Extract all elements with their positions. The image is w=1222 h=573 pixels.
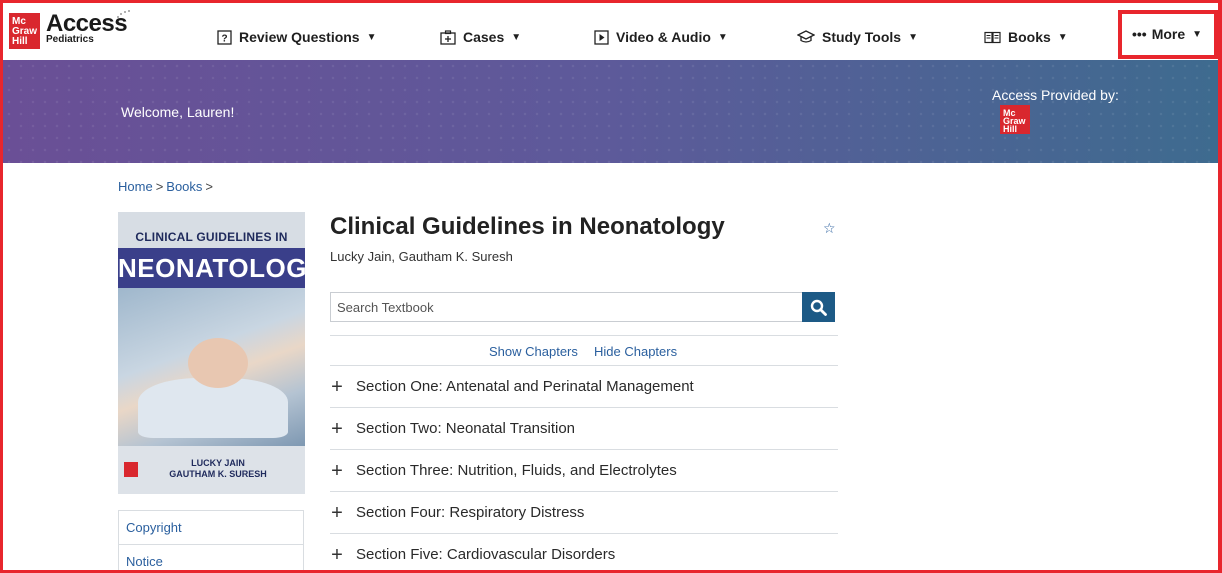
nav-video-audio-label: Video & Audio — [616, 29, 711, 45]
open-book-icon — [984, 31, 1001, 44]
breadcrumb-separator: > — [155, 179, 164, 194]
question-box-icon: ? — [217, 29, 232, 45]
caret-down-icon: ▼ — [908, 31, 918, 43]
breadcrumb-home[interactable]: Home — [118, 179, 153, 194]
access-pediatrics-logo[interactable]: Mc Graw Hill Access Pediatrics — [9, 10, 130, 49]
book-title: Clinical Guidelines in Neonatology — [330, 213, 725, 240]
section-item[interactable]: + Section Five: Cardiovascular Disorders — [330, 533, 838, 573]
cover-baby-shape — [188, 338, 248, 388]
section-title: Section Three: Nutrition, Fluids, and El… — [356, 462, 677, 479]
cover-bottom-band: LUCKY JAIN GAUTHAM K. SURESH — [118, 446, 305, 494]
plus-icon: + — [331, 543, 343, 566]
caret-down-icon: ▼ — [366, 31, 377, 43]
cover-author-1: LUCKY JAIN — [191, 458, 245, 468]
cover-title-line1: CLINICAL GUIDELINES IN — [135, 230, 288, 244]
play-box-icon — [594, 29, 609, 45]
breadcrumb-books[interactable]: Books — [166, 179, 202, 194]
section-title: Section One: Antenatal and Perinatal Man… — [356, 378, 694, 395]
chapters-toggle-bar: Show Chapters Hide Chapters — [330, 335, 838, 365]
graduation-cap-icon — [797, 30, 815, 44]
cover-title-line2: NEONATOLOGY — [118, 248, 305, 288]
section-item[interactable]: + Section Four: Respiratory Distress — [330, 491, 838, 533]
caret-down-icon: ▼ — [717, 31, 728, 43]
side-link-notice[interactable]: Notice — [119, 545, 303, 573]
section-list: + Section One: Antenatal and Perinatal M… — [330, 365, 838, 573]
nav-more-label: More — [1151, 26, 1186, 42]
book-authors: Lucky Jain, Gautham K. Suresh — [330, 249, 513, 264]
section-item[interactable]: + Section Two: Neonatal Transition — [330, 407, 838, 449]
nav-study-tools[interactable]: Study Tools ▼ — [797, 29, 918, 45]
plus-icon: + — [331, 459, 343, 482]
nav-study-tools-label: Study Tools — [822, 29, 902, 45]
medical-case-icon — [440, 29, 456, 45]
nav-books[interactable]: Books ▼ — [984, 29, 1068, 45]
welcome-banner: Welcome, Lauren! Access Provided by: Mc G… — [3, 60, 1218, 163]
side-link-copyright[interactable]: Copyright — [119, 511, 303, 545]
section-title: Section Two: Neonatal Transition — [356, 420, 576, 437]
top-nav: Mc Graw Hill Access Pediatrics ? Review Qu… — [3, 3, 1218, 60]
logo-text: Access Pediatrics — [46, 10, 130, 45]
nav-video-audio[interactable]: Video & Audio ▼ — [594, 29, 728, 45]
nav-cases-label: Cases — [463, 29, 505, 45]
nav-review-questions[interactable]: ? Review Questions ▼ — [217, 29, 377, 45]
show-chapters-link[interactable]: Show Chapters — [489, 344, 578, 359]
caret-down-icon: ▼ — [511, 31, 522, 43]
access-provided-label: Access Provided by: — [992, 87, 1119, 103]
nav-more[interactable]: ••• More ▼ — [1132, 26, 1202, 42]
nav-books-label: Books — [1008, 29, 1051, 45]
hide-chapters-link[interactable]: Hide Chapters — [594, 344, 677, 359]
mcgraw-hill-badge: Mc Graw Hill — [9, 13, 40, 49]
search-icon — [810, 299, 827, 316]
search-button[interactable] — [802, 292, 835, 322]
cover-baby-photo — [118, 288, 305, 446]
ellipsis-icon: ••• — [1132, 26, 1147, 42]
logo-spark-icon — [117, 10, 130, 18]
logo-access-text: Access — [46, 10, 128, 37]
nav-cases[interactable]: Cases ▼ — [440, 29, 521, 45]
book-side-links: Copyright Notice — [118, 510, 304, 573]
svg-text:?: ? — [221, 33, 227, 44]
plus-icon: + — [331, 417, 343, 440]
caret-down-icon: ▼ — [1192, 28, 1203, 40]
breadcrumb-separator: > — [205, 179, 214, 194]
textbook-search — [330, 292, 835, 322]
section-title: Section Four: Respiratory Distress — [356, 504, 585, 521]
welcome-message: Welcome, Lauren! — [121, 104, 235, 120]
cover-publisher-logo — [124, 462, 138, 477]
cover-authors: LUCKY JAIN GAUTHAM K. SURESH — [158, 458, 278, 480]
provider-logo: Mc Graw Hill — [1000, 105, 1030, 134]
cover-author-2: GAUTHAM K. SURESH — [169, 469, 267, 479]
section-item[interactable]: + Section One: Antenatal and Perinatal M… — [330, 365, 838, 407]
breadcrumb: Home > Books > — [118, 179, 216, 194]
favorite-star-icon[interactable]: ☆ — [823, 220, 836, 237]
caret-down-icon: ▼ — [1057, 31, 1068, 43]
section-title: Section Five: Cardiovascular Disorders — [356, 546, 616, 563]
more-highlight-box: ••• More ▼ — [1118, 10, 1218, 59]
search-textbook-input[interactable] — [330, 292, 802, 322]
nav-review-questions-label: Review Questions — [239, 29, 360, 45]
plus-icon: + — [331, 501, 343, 524]
book-cover: CLINICAL GUIDELINES IN NEONATOLOGY LUCKY… — [118, 212, 305, 494]
section-item[interactable]: + Section Three: Nutrition, Fluids, and … — [330, 449, 838, 491]
plus-icon: + — [331, 375, 343, 398]
